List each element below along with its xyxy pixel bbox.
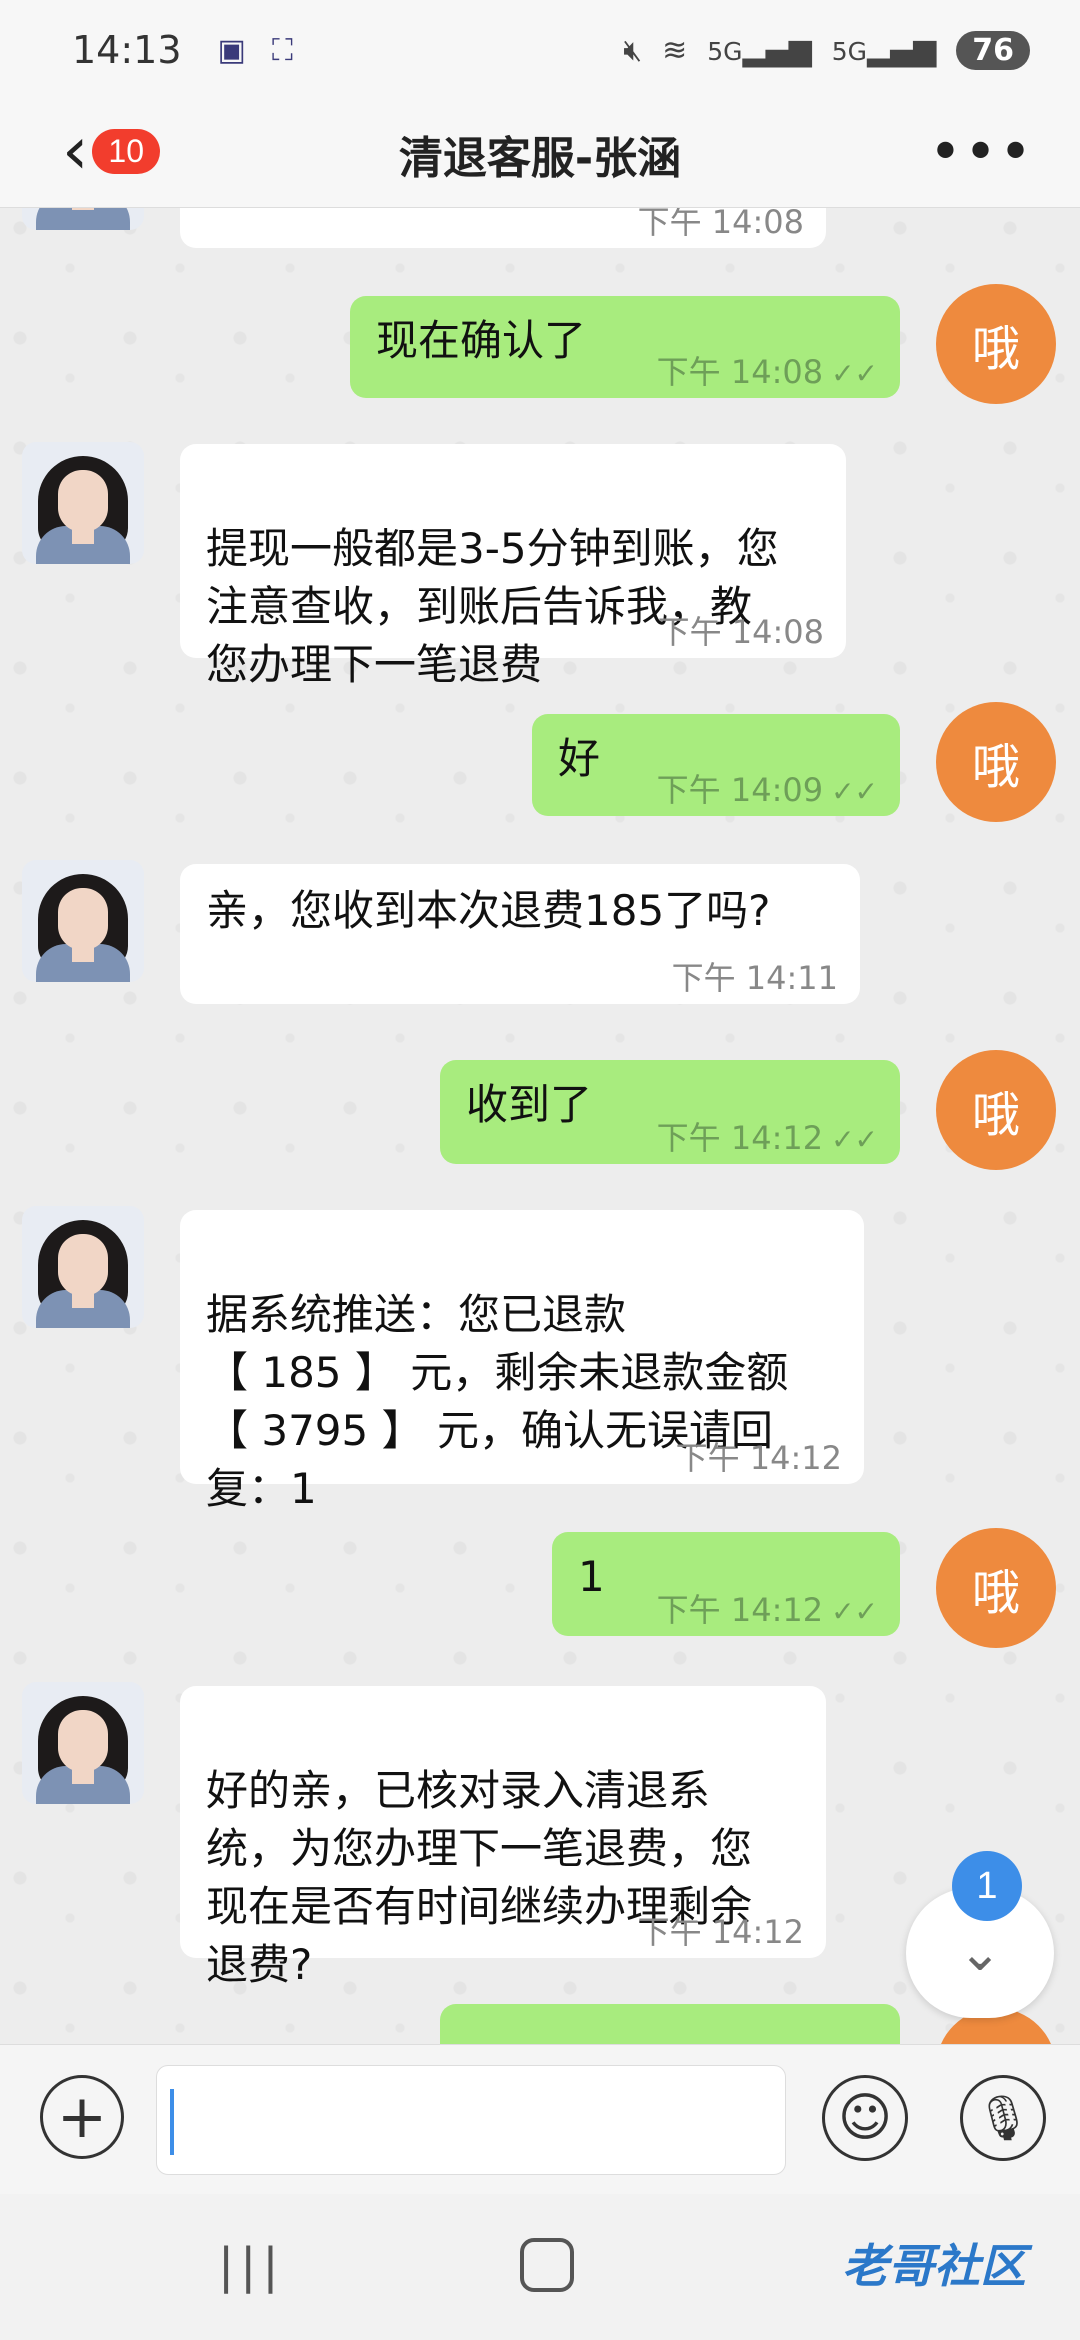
message-text: 1 — [578, 1552, 605, 1601]
message-input-bar: + ☺ 🎙︎ — [0, 2044, 1080, 2194]
message-bubble-incoming[interactable]: 提现一般都是3-5分钟到账，您 注意查收，到账后告诉我，教 您办理下一笔退费 下… — [180, 444, 846, 689]
message-input[interactable] — [156, 2065, 786, 2175]
message-text: 提现一般都是3-5分钟到账，您 注意查收，到账后告诉我，教 您办理下一笔退费 — [206, 524, 779, 689]
message-text: 好 — [558, 734, 601, 783]
app-notification-icon: ▣ — [217, 32, 246, 68]
read-ticks-icon: ✓✓ — [831, 775, 878, 808]
battery-indicator: 76 — [956, 30, 1030, 70]
self-avatar[interactable]: 哦 — [936, 1528, 1056, 1648]
signal-icon: 5G▂▄▆ — [707, 32, 812, 68]
agent-avatar[interactable] — [22, 1206, 144, 1328]
self-avatar[interactable]: 哦 — [936, 702, 1056, 822]
text-cursor — [170, 2089, 174, 2155]
message-bubble-outgoing[interactable]: 好 下午 14:09 ✓✓ — [532, 714, 900, 816]
self-avatar[interactable]: 哦 — [936, 1050, 1056, 1170]
read-ticks-icon: ✓✓ — [831, 357, 878, 390]
chat-header: ‹ 10 清退客服-张涵 ••• — [0, 100, 1080, 208]
chat-title: 清退客服-张涵 — [398, 132, 682, 184]
self-avatar[interactable]: 哦 — [936, 284, 1056, 404]
message-time: 下午 14:12 — [656, 1591, 824, 1629]
home-button[interactable] — [520, 2238, 574, 2292]
message-text: 亲，您收到本次退费185了吗? — [206, 886, 771, 935]
message-time: 下午 14:12 — [637, 1913, 804, 1951]
read-ticks-icon: ✓✓ — [831, 1595, 878, 1628]
signal-icon-2: 5G▂▄▆ — [831, 32, 937, 68]
message-list[interactable]: 下午 14:08 哦 现在确认了 下午 14:08 ✓✓ 提现一般都是3-5分钟到… — [0, 208, 1080, 2044]
status-time: 14:13 — [72, 28, 182, 72]
message-time: 下午 14:11 — [671, 959, 838, 997]
message-time: 下午 14:12 — [656, 1119, 824, 1157]
microphone-icon: 🎙︎ — [975, 2093, 1031, 2144]
message-bubble-incoming[interactable]: 据系统推送：您已退款 【 185 】 元，剩余未退款金额 【 3795 】 元，… — [180, 1210, 864, 1513]
message-time: 下午 14:09 — [656, 771, 824, 809]
message-time: 下午 14:12 — [675, 1439, 842, 1477]
read-ticks-icon: ✓✓ — [831, 1123, 878, 1156]
plus-icon: + — [56, 2082, 108, 2152]
recent-apps-button[interactable]: ||| — [218, 2238, 285, 2294]
emoji-button[interactable]: ☺ — [822, 2075, 908, 2161]
back-button[interactable]: ‹ 10 — [62, 118, 160, 184]
message-text: 现在确认了 — [376, 316, 587, 365]
message-time: 下午 14:08 — [657, 613, 824, 651]
message-bubble-outgoing[interactable]: 现在确认了 下午 14:08 ✓✓ — [350, 296, 900, 398]
wifi-icon: ≋ — [662, 32, 688, 68]
message-time: 下午 14:08 — [637, 208, 804, 241]
message-time: 下午 14:08 — [656, 353, 824, 391]
message-bubble-outgoing-partial[interactable] — [440, 2004, 900, 2044]
system-navigation-bar: ||| 老哥社区 — [0, 2194, 1080, 2340]
agent-avatar[interactable] — [22, 442, 144, 564]
agent-avatar[interactable] — [22, 1682, 144, 1804]
message-bubble-incoming[interactable]: 好的亲，已核对录入清退系 统，为您办理下一笔退费，您 现在是否有时间继续办理剩余… — [180, 1686, 826, 1989]
watermark-logo: 老哥社区 — [842, 2239, 1026, 2293]
add-attachment-button[interactable]: + — [40, 2075, 124, 2159]
message-bubble-incoming[interactable]: 下午 14:08 — [180, 208, 826, 248]
status-bar: 14:13 ▣ ⛶ 🔇︎ ≋ 5G▂▄▆ 5G▂▄▆ 76 — [0, 0, 1080, 100]
chevron-down-icon: ⌄ — [958, 1923, 1002, 1983]
chevron-left-icon: ‹ — [62, 112, 89, 189]
new-message-badge: 1 — [952, 1851, 1022, 1921]
message-bubble-incoming[interactable]: 亲，您收到本次退费185了吗? 下午 14:11 — [180, 864, 860, 1004]
smiley-icon: ☺ — [837, 2088, 893, 2148]
mute-icon: 🔇︎ — [623, 32, 643, 68]
agent-avatar[interactable] — [22, 860, 144, 982]
message-text: 好的亲，已核对录入清退系 统，为您办理下一笔退费，您 现在是否有时间继续办理剩余… — [206, 1766, 753, 1989]
message-text: 据系统推送：您已退款 【 185 】 元，剩余未退款金额 【 3795 】 元，… — [206, 1290, 789, 1513]
screenshot-icon: ⛶ — [271, 32, 293, 68]
message-bubble-outgoing[interactable]: 收到了 下午 14:12 ✓✓ — [440, 1060, 900, 1164]
message-text: 收到了 — [466, 1080, 593, 1129]
agent-avatar[interactable] — [22, 208, 144, 230]
voice-button[interactable]: 🎙︎ — [960, 2075, 1046, 2161]
message-bubble-outgoing[interactable]: 1 下午 14:12 ✓✓ — [552, 1532, 900, 1636]
more-options-icon[interactable]: ••• — [929, 120, 1034, 185]
unread-count-badge: 10 — [92, 128, 160, 174]
